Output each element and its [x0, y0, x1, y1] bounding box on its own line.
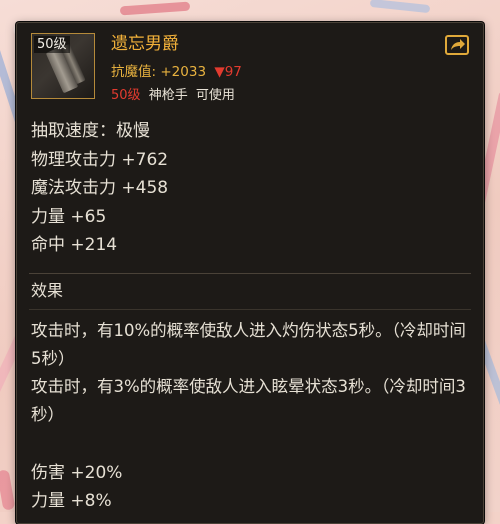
- resist-label: 抗魔值:: [111, 64, 157, 80]
- divider: [29, 273, 471, 274]
- bonus-list: 伤害 +20% 力量 +8%: [31, 459, 122, 515]
- share-icon: [451, 39, 465, 50]
- stat-line: 力量 +65: [31, 206, 107, 227]
- required-class: 神枪手: [148, 88, 188, 103]
- usable-status: 可使用: [195, 88, 235, 103]
- resist-diff: ▼97: [214, 64, 242, 80]
- bonus-line: 伤害 +20%: [31, 463, 123, 483]
- stat-line: 抽取速度：极慢: [31, 121, 150, 141]
- stat-line: 物理攻击力 +762: [31, 149, 169, 170]
- item-tooltip: 50级 遗忘男爵 抗魔值: +2033 ▼97 50级 神枪手 可使用 抽取速度…: [16, 22, 484, 524]
- effects-list: 攻击时，有10%的概率使敌人进入灼伤状态5秒。（冷却时间5秒） 攻击时，有3%的…: [31, 317, 471, 429]
- resist-value: +2033: [160, 64, 207, 80]
- resist-line: 抗魔值: +2033 ▼97: [111, 63, 242, 81]
- stat-line: 命中 +214: [31, 235, 118, 255]
- effect-line: 攻击时，有3%的概率使敌人进入眩晕状态3秒。（冷却时间3秒）: [31, 377, 466, 424]
- effect-line: 攻击时，有10%的概率使敌人进入灼伤状态5秒。（冷却时间5秒）: [31, 321, 466, 368]
- weapon-icon[interactable]: 50级: [31, 33, 95, 99]
- tooltip-header: 50级 遗忘男爵 抗魔值: +2033 ▼97 50级 神枪手 可使用: [17, 23, 483, 109]
- divider: [29, 309, 471, 310]
- required-level: 50级: [111, 88, 141, 103]
- stats-list: 抽取速度：极慢 物理攻击力 +762 魔法攻击力 +458 力量 +65 命中 …: [31, 117, 168, 260]
- stat-line: 魔法攻击力 +458: [31, 178, 169, 198]
- item-name: 遗忘男爵: [111, 34, 179, 54]
- bonus-line: 力量 +8%: [31, 491, 112, 511]
- item-level-tag: 50级: [34, 36, 70, 53]
- share-button[interactable]: [445, 35, 469, 55]
- requirement-line: 50级 神枪手 可使用: [111, 87, 235, 105]
- effects-title: 效果: [31, 281, 64, 300]
